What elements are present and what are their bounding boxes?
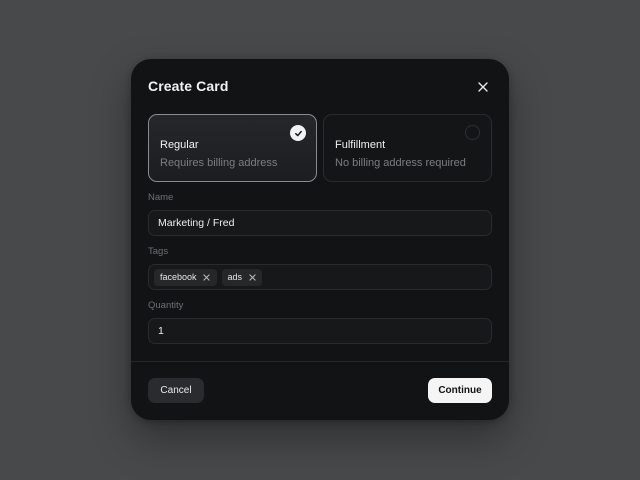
- close-icon: [478, 82, 488, 92]
- tag-chip: facebook: [154, 268, 217, 286]
- tags-label: Tags: [148, 246, 169, 257]
- card-type-subtitle: No billing address required: [335, 157, 466, 169]
- close-button[interactable]: [473, 77, 493, 97]
- x-icon[interactable]: [247, 272, 257, 282]
- create-card-dialog: Create Card Regular Requires billing add…: [131, 59, 509, 420]
- continue-button[interactable]: Continue: [428, 378, 492, 403]
- name-field-container: [148, 210, 492, 236]
- card-type-fulfillment[interactable]: Fulfillment No billing address required: [323, 114, 492, 182]
- check-icon: [290, 125, 306, 141]
- name-input[interactable]: [158, 217, 482, 229]
- x-icon[interactable]: [202, 272, 212, 282]
- footer-divider: [131, 361, 509, 362]
- tag-label: facebook: [160, 272, 197, 282]
- name-label: Name: [148, 192, 174, 203]
- tag-chip: ads: [221, 268, 263, 286]
- radio-unselected-icon: [465, 125, 480, 140]
- cancel-button[interactable]: Cancel: [148, 378, 204, 403]
- quantity-input[interactable]: [158, 325, 482, 337]
- tag-label: ads: [227, 272, 243, 282]
- card-type-title: Fulfillment: [335, 139, 386, 151]
- card-type-title: Regular: [160, 139, 199, 151]
- dialog-title: Create Card: [148, 78, 229, 94]
- tags-input[interactable]: facebook ads: [148, 264, 492, 290]
- card-type-regular[interactable]: Regular Requires billing address: [148, 114, 317, 182]
- card-type-subtitle: Requires billing address: [160, 157, 278, 169]
- quantity-field-container: [148, 318, 492, 344]
- quantity-label: Quantity: [148, 300, 184, 311]
